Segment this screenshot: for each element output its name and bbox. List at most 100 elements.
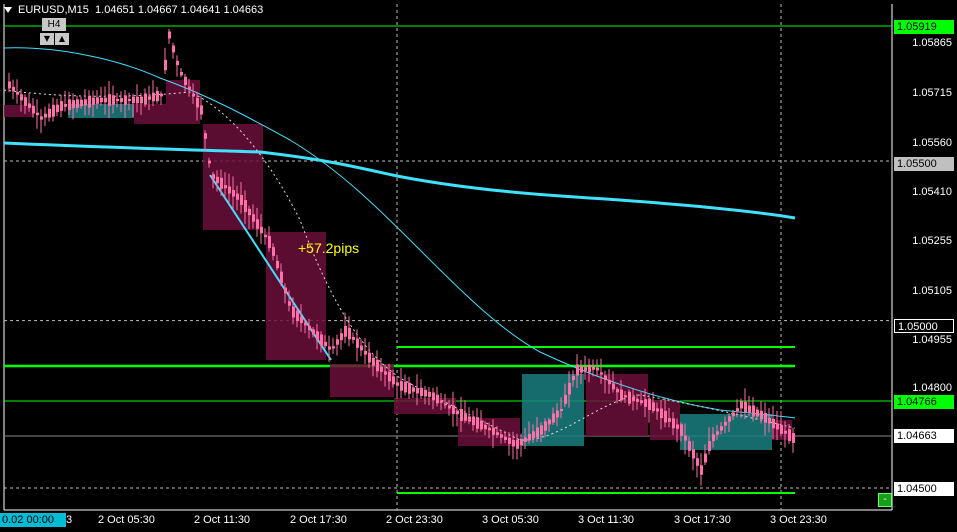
candle-body [32, 105, 35, 114]
candle-body [632, 396, 635, 402]
candle-body [168, 31, 171, 39]
candle-body [764, 412, 767, 423]
slow-moving-average [3, 141, 796, 220]
candle-body [128, 98, 131, 102]
candle-body [368, 352, 371, 363]
candle-body [68, 99, 71, 111]
candle-body [372, 357, 375, 366]
candle-body [100, 97, 103, 103]
candle-body [780, 424, 783, 434]
candle-body [616, 389, 619, 393]
time-label: 3 Oct 17:30 [674, 514, 731, 526]
candle-body [692, 449, 695, 459]
candle-body [540, 425, 543, 435]
candle-body [256, 219, 259, 229]
candle-body [668, 418, 671, 422]
candle-body [316, 331, 319, 341]
candle-body [260, 226, 263, 234]
candle-body [412, 387, 415, 392]
candle-body [276, 260, 279, 269]
candle-body [664, 410, 667, 423]
candle-body [84, 99, 87, 106]
candle-body [708, 441, 711, 451]
collapse-triangle-icon[interactable] [4, 7, 12, 14]
candle-body [244, 200, 247, 212]
candle-body [488, 427, 491, 431]
candle-body [140, 96, 143, 104]
minus-button[interactable]: - [878, 493, 892, 507]
candle-body [116, 98, 119, 102]
candle-body [492, 427, 495, 435]
candle-body [264, 234, 267, 238]
candle-body [448, 405, 451, 409]
candle-body [76, 99, 79, 108]
candle-body [400, 381, 403, 391]
candle-body [644, 399, 647, 407]
candle-body [156, 90, 159, 102]
timeframe-label: H4 [42, 18, 66, 31]
candle-body [40, 116, 43, 120]
time-label: 2 Oct 23:30 [386, 514, 443, 526]
time-label: 3 Oct 11:30 [578, 514, 635, 526]
price-tick: 1.05410 [912, 186, 952, 198]
candle-body [604, 375, 607, 380]
candle-body [552, 413, 555, 423]
candle-body [464, 413, 467, 421]
h4-candle-box [716, 414, 772, 450]
candle-body [592, 366, 595, 370]
candle-body [180, 71, 183, 76]
candle-body [48, 108, 51, 118]
candle-body [308, 325, 311, 331]
candle-body [424, 389, 427, 397]
candle-body [364, 351, 367, 355]
candle-body [408, 382, 411, 394]
time-label: 3 Oct 05:30 [482, 514, 539, 526]
candle-body [584, 367, 587, 371]
price-tick: 1.05715 [912, 87, 952, 99]
candle-body [104, 97, 107, 103]
candle-body [132, 96, 135, 104]
candle-body [136, 96, 139, 104]
candle-body [648, 398, 651, 411]
candle-body [524, 437, 527, 442]
candle-body [792, 433, 795, 443]
price-tick: 1.05560 [912, 137, 952, 149]
candle-body [484, 424, 487, 430]
candle-body [468, 416, 471, 422]
time-label: 3 [66, 514, 73, 526]
candle-body [568, 382, 571, 395]
candle-body [548, 419, 551, 425]
candle-body [736, 408, 739, 412]
candle-body [440, 400, 443, 403]
candle-body [688, 441, 691, 451]
triangle-down-icon[interactable]: ▼ [40, 33, 54, 45]
candle-body [620, 389, 623, 401]
candle-body [228, 186, 231, 194]
time-label: 2 Oct 11:30 [194, 514, 251, 526]
candle-body [596, 367, 599, 371]
chart-header: EURUSD,M15 1.04651 1.04667 1.04641 1.046… [4, 4, 263, 16]
candle-body [292, 306, 295, 318]
candle-body [740, 401, 743, 409]
time-label: 3 Oct 23:30 [770, 514, 827, 526]
candle-body [504, 436, 507, 440]
candle-body [284, 287, 287, 294]
candle-body [320, 334, 323, 346]
candle-body [420, 387, 423, 397]
level-label-round-mid: 1.05000 [894, 319, 954, 333]
candle-body [476, 417, 479, 429]
candle-body [444, 403, 447, 406]
candle-body [760, 410, 763, 420]
candle-body [656, 408, 659, 412]
candle-body [500, 434, 503, 438]
candle-body [248, 208, 251, 216]
h4-candle-box [134, 104, 166, 124]
candle-body [172, 45, 175, 53]
triangle-up-icon[interactable]: ▲ [55, 33, 69, 45]
candle-body [236, 193, 239, 200]
ohlc-values: 1.04651 1.04667 1.04641 1.04663 [95, 4, 264, 16]
candle-body [108, 94, 111, 106]
price-chart[interactable] [0, 0, 957, 532]
candle-body [612, 383, 615, 390]
candle-body [392, 376, 395, 385]
